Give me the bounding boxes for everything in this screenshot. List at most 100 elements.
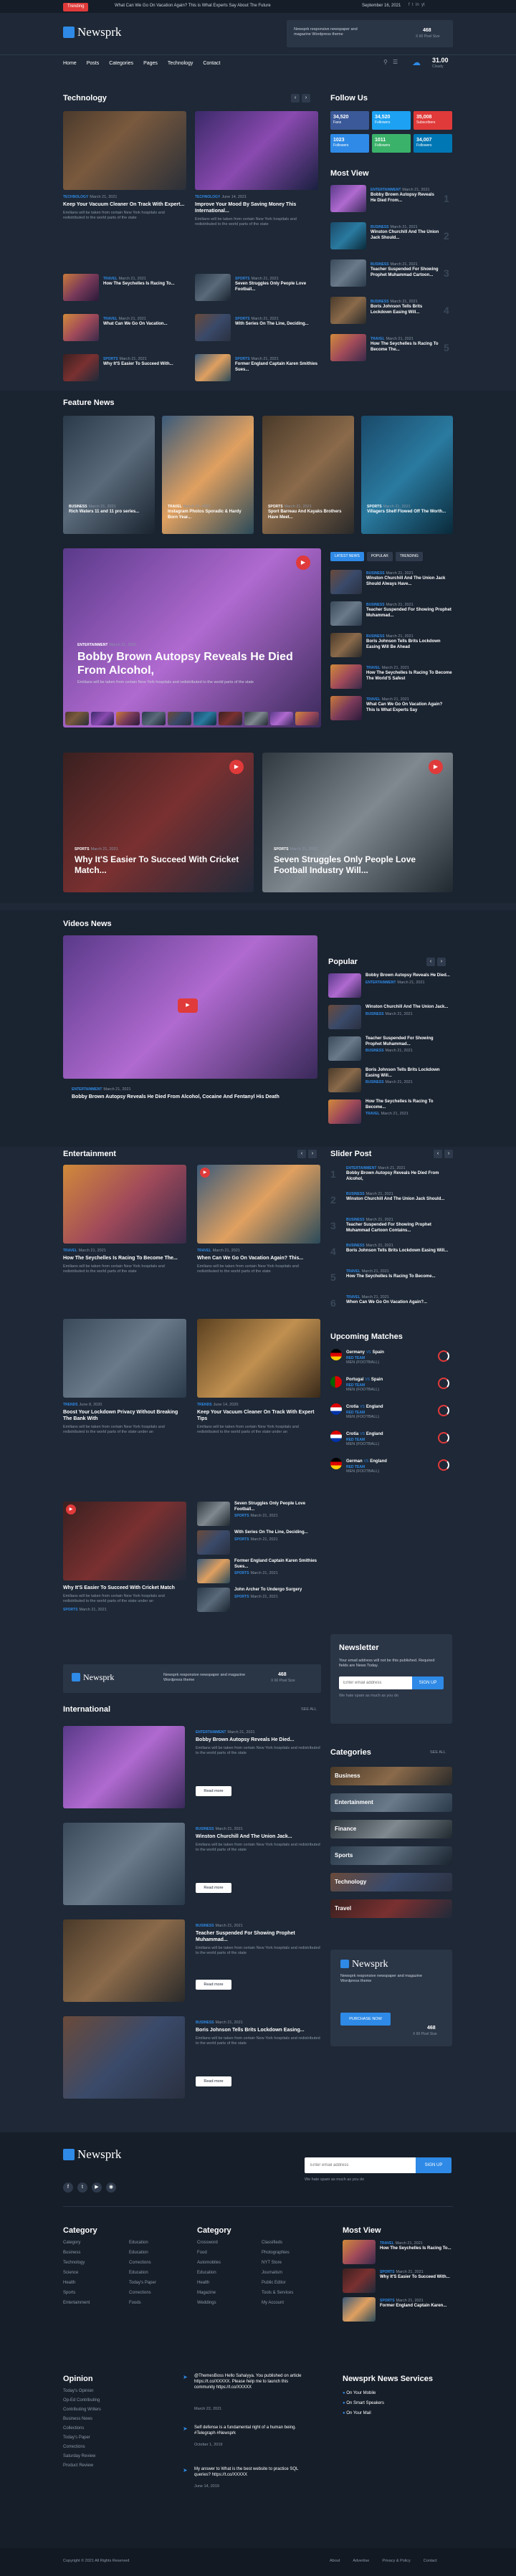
footer-link[interactable]: Public Editor — [262, 2278, 326, 2288]
footer-link[interactable]: Product Review — [63, 2461, 156, 2471]
whatsapp-follow[interactable]: 1011 Followers — [372, 134, 411, 153]
video-caption[interactable]: ENTERTAINMENT March 21, 2021 Bobby Brown… — [72, 1086, 308, 1101]
list-item[interactable]: TRAVEL March 21, 2021 What Can We Go On V… — [330, 696, 452, 728]
category-technology[interactable]: Technology — [330, 1873, 452, 1892]
match-row[interactable]: Germany VS Spain RED TEAM MEN (FOOTBALL) — [330, 1347, 452, 1375]
thumb[interactable] — [167, 712, 191, 725]
footer-link[interactable]: Education — [197, 2268, 258, 2278]
ent-image-4[interactable] — [197, 1319, 320, 1398]
category-entertainment[interactable]: Entertainment — [330, 1793, 452, 1812]
ent-big-card[interactable]: Why It'S Easier To Succeed With Cricket … — [63, 1585, 186, 1613]
list-item[interactable]: Teacher Suspended For Showing Prophet Mu… — [328, 1036, 450, 1068]
nav-home[interactable]: Home — [63, 60, 77, 67]
match-row[interactable]: German VS England RED TEAM MEN (FOOTBALL) — [330, 1456, 452, 1484]
footer-link[interactable]: Business News — [63, 2415, 156, 2424]
footer-link[interactable]: Food — [197, 2248, 258, 2258]
footer-link[interactable]: Entertainment — [63, 2298, 124, 2308]
match-row[interactable]: Portugal VS Spain RED TEAM MEN (FOOTBALL) — [330, 1375, 452, 1402]
prev-arrow[interactable]: ‹ — [434, 1150, 442, 1158]
footer-email-input[interactable] — [305, 2157, 416, 2173]
list-item[interactable]: Bobby Brown Autopsy Reveals He Died... EN… — [328, 973, 450, 1005]
read-more-button[interactable]: Read more — [196, 1883, 231, 1893]
footer-link[interactable]: Health — [63, 2278, 124, 2288]
wide-card-1[interactable]: ▶ SPORTS March 21, 2021 Why It'S Easier T… — [63, 753, 254, 892]
header-ad[interactable]: Newsprk responsive newspaper and magazin… — [287, 20, 453, 47]
play-icon[interactable]: ▶ — [429, 760, 443, 774]
search-icon[interactable]: ⚲ — [383, 59, 388, 66]
prev-arrow[interactable]: ‹ — [291, 94, 300, 102]
tech-image-1[interactable] — [63, 111, 186, 190]
thumb[interactable] — [219, 712, 242, 725]
footer-link[interactable]: Health — [197, 2278, 258, 2288]
nav-technology[interactable]: Technology — [168, 60, 193, 67]
list-item[interactable]: Winston Churchill And The Union Jack... B… — [328, 1005, 450, 1036]
footer-link[interactable]: Automobiles — [197, 2258, 258, 2268]
next-arrow[interactable]: › — [437, 958, 446, 966]
footer-link[interactable]: Technology — [63, 2258, 124, 2268]
list-item[interactable]: BUSINESS March 21, 2021 Winston Churchill… — [63, 1823, 321, 1919]
logo[interactable]: Newsprk — [63, 24, 121, 40]
match-row[interactable]: Crotia VS England RED TEAM MEN (FOOTBALL) — [330, 1429, 452, 1456]
list-item[interactable]: TRAVEL March 21, 2021 How The Seychelles … — [63, 274, 186, 302]
read-more-button[interactable]: Read more — [196, 1980, 231, 1990]
prev-arrow[interactable]: ‹ — [297, 1150, 306, 1158]
thumb[interactable] — [65, 712, 89, 725]
footer-link[interactable]: Weddings — [197, 2298, 258, 2308]
footer-link[interactable]: Collections — [63, 2424, 156, 2433]
tweet[interactable]: ➤ @ThemesBoss Hello Sahaiyya. You publish… — [183, 2374, 312, 2425]
play-icon[interactable]: ▶ — [296, 555, 310, 570]
ent-image-2[interactable]: ▶ — [197, 1165, 320, 1244]
see-all-link[interactable]: SEE ALL — [430, 1750, 446, 1755]
footer-link[interactable]: Category — [63, 2238, 124, 2248]
footer-link[interactable]: Crossword — [197, 2238, 258, 2248]
footer-link[interactable]: Today's Opinion — [63, 2387, 156, 2396]
read-more-button[interactable]: Read more — [196, 2076, 231, 2086]
nav-contact[interactable]: Contact — [203, 60, 220, 67]
feature-card[interactable]: TRAVEL March 21, 2021 Instagram Photos Sp… — [162, 416, 254, 534]
footer-link-contact[interactable]: Contact — [424, 2559, 437, 2564]
ent-card-4[interactable]: TRENDS June 14, 2020 Keep Your Vacuum Cle… — [197, 1401, 320, 1435]
twitter-icon[interactable]: t — [77, 2183, 87, 2193]
thumb[interactable] — [193, 712, 217, 725]
nav-posts[interactable]: Posts — [87, 60, 100, 67]
video-player[interactable]: ▶ — [63, 935, 317, 1079]
play-icon[interactable]: ▶ — [200, 1168, 210, 1178]
footer-link[interactable]: Today's Paper — [129, 2278, 190, 2288]
list-item[interactable]: John Archer To Undergo Surgery SPORTS Mar… — [197, 1588, 320, 1616]
list-item[interactable]: BUSINESS March 21, 2021 Winston Churchill… — [330, 222, 452, 259]
ent-card-1[interactable]: TRAVEL March 21, 2021 How The Seychelles … — [63, 1247, 186, 1274]
thumb[interactable] — [116, 712, 140, 725]
category-sports[interactable]: Sports — [330, 1846, 452, 1865]
footer-link-advertise[interactable]: Advertise — [353, 2559, 369, 2564]
list-item[interactable]: TRAVEL March 21, 2021 What Can We Go On V… — [63, 314, 186, 343]
list-item[interactable]: 5 TRAVEL March 21, 2021 How The Seychelles… — [330, 1268, 452, 1294]
feature-card[interactable]: SPORTS March 21, 2021 Sport Barreau And K… — [262, 416, 354, 534]
tab-popular[interactable]: POPULAR — [366, 552, 393, 561]
footer-link-privacy[interactable]: Privacy & Policy — [382, 2559, 410, 2564]
prev-arrow[interactable]: ‹ — [426, 958, 435, 966]
footer-link[interactable]: Corrections — [129, 2288, 190, 2298]
list-item[interactable]: ENTERTAINMENT March 21, 2021 Bobby Brown … — [63, 1726, 321, 1823]
category-business[interactable]: Business — [330, 1767, 452, 1785]
footer-link[interactable]: Education — [129, 2248, 190, 2258]
tech-card-2[interactable]: TECHNOLOGY June 14, 2021 Improve Your Mo… — [195, 194, 318, 227]
footer-link[interactable]: Journalism — [262, 2268, 326, 2278]
feature-card[interactable]: SPORTS March 21, 2021 Villagers Shelf Flo… — [361, 416, 453, 534]
ent-big-image[interactable]: ▶ — [63, 1502, 186, 1580]
sidebar-ad[interactable]: Newsprk Newsprk responsive newspaper and… — [330, 1950, 452, 2046]
footer-link[interactable]: Classifieds — [262, 2238, 326, 2248]
footer-link[interactable]: Today's Paper — [63, 2433, 156, 2443]
list-item[interactable]: TRAVEL March 21, 2021 How The Seychelles … — [330, 334, 452, 371]
list-item[interactable]: SPORTS March 21, 2021 Former England Capt… — [195, 354, 318, 383]
service-mail[interactable]: ● On Your Mail — [343, 2408, 454, 2418]
hero-image[interactable]: ▶ ENTERTAINMENT March 21, 2021 Bobby Bro… — [63, 548, 321, 728]
list-item[interactable]: BUSINESS March 21, 2021 Boris Johnson Tel… — [63, 2016, 321, 2113]
ent-card-2[interactable]: TRAVEL March 21, 2021 When Can We Go On V… — [197, 1247, 320, 1274]
thumb[interactable] — [142, 712, 166, 725]
footer-link[interactable]: Sports — [63, 2288, 124, 2298]
list-item[interactable]: Seven Struggles Only People Love Footbal… — [197, 1502, 320, 1530]
footer-link[interactable]: Science — [63, 2268, 124, 2278]
list-item[interactable]: TRAVEL March 21, 2021 How The Seychelles … — [343, 2240, 454, 2269]
list-item[interactable]: ENTERTAINMENT March 21, 2021 Bobby Brown … — [330, 185, 452, 222]
play-icon[interactable]: ▶ — [229, 760, 244, 774]
